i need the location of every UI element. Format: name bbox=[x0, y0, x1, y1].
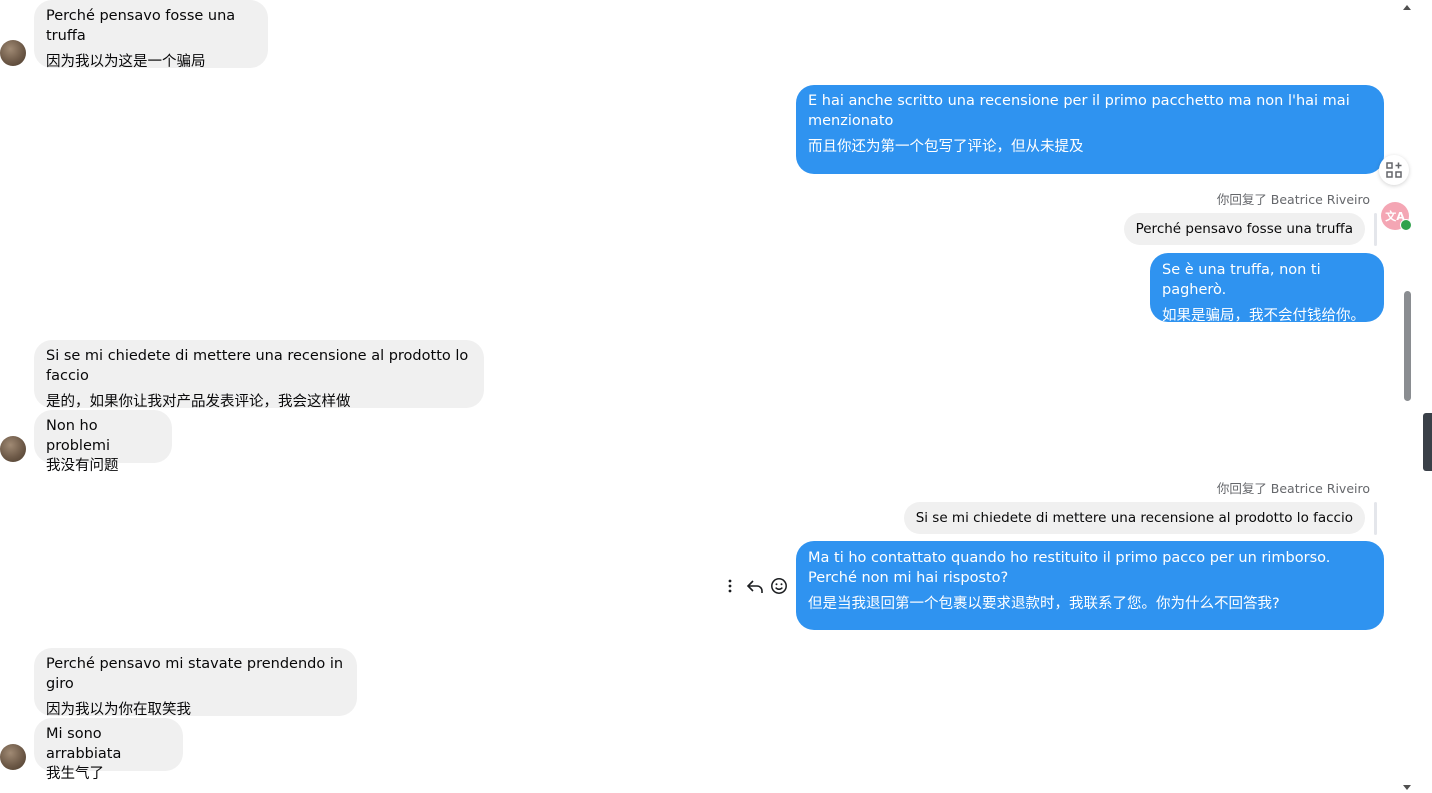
message-text-original: Mi sono arrabbiata bbox=[46, 726, 122, 762]
message-text-translation: 我生气了 bbox=[46, 766, 104, 782]
incoming-message[interactable]: Si se mi chiedete di mettere una recensi… bbox=[34, 340, 484, 410]
quoted-message[interactable]: Si se mi chiedete di mettere una recensi… bbox=[903, 502, 1365, 534]
incoming-message[interactable]: Perché pensavo fosse una truffa 因为我以为这是一… bbox=[34, 0, 268, 70]
reply-icon[interactable] bbox=[746, 577, 764, 599]
message-text-original: Perché pensavo fosse una truffa bbox=[46, 8, 236, 44]
apps-add-button[interactable] bbox=[1379, 155, 1409, 185]
message-text-translation: 而且你还为第一个包写了评论，但从未提及 bbox=[808, 139, 1084, 155]
scrollbar-thumb[interactable] bbox=[1404, 291, 1411, 401]
quote-bar bbox=[1374, 502, 1377, 535]
outgoing-message[interactable]: E hai anche scritto una recensione per i… bbox=[796, 85, 1384, 174]
message-text-original: Ma ti ho contattato quando ho restituito… bbox=[808, 550, 1331, 586]
incoming-message[interactable]: Non ho problemi 我没有问题 bbox=[34, 410, 172, 474]
avatar[interactable] bbox=[0, 744, 26, 770]
avatar[interactable] bbox=[0, 40, 26, 66]
message-text-translation: 因为我以为你在取笑我 bbox=[46, 702, 191, 718]
message-text-original: Se è una truffa, non ti pagherò. bbox=[1162, 262, 1321, 298]
message-text-translation: 是的，如果你让我对产品发表评论，我会这样做 bbox=[46, 394, 351, 410]
side-panel-handle[interactable] bbox=[1423, 413, 1432, 471]
incoming-message[interactable]: Perché pensavo mi stavate prendendo in g… bbox=[34, 648, 357, 718]
message-text-original: Perché pensavo mi stavate prendendo in g… bbox=[46, 656, 344, 692]
incoming-message[interactable]: Mi sono arrabbiata 我生气了 bbox=[34, 718, 183, 782]
message-text-original: Si se mi chiedete di mettere una recensi… bbox=[46, 348, 469, 384]
outgoing-message[interactable]: Ma ti ho contattato quando ho restituito… bbox=[796, 541, 1384, 630]
outgoing-message[interactable]: Se è una truffa, non ti pagherò. 如果是骗局，我… bbox=[1150, 253, 1384, 324]
scroll-up-arrow-icon[interactable] bbox=[1403, 5, 1411, 10]
check-badge-icon bbox=[1400, 219, 1412, 231]
message-text-translation: 我没有问题 bbox=[46, 458, 119, 474]
quote-bar bbox=[1374, 213, 1377, 246]
quoted-message[interactable]: Perché pensavo fosse una truffa bbox=[1123, 213, 1365, 245]
message-text-translation: 因为我以为这是一个骗局 bbox=[46, 54, 206, 70]
more-vertical-icon[interactable] bbox=[726, 578, 734, 598]
message-text-original: Non ho problemi bbox=[46, 418, 111, 454]
message-text-original: E hai anche scritto una recensione per i… bbox=[808, 93, 1350, 129]
smiley-icon[interactable] bbox=[770, 577, 788, 599]
reply-label: 你回复了 Beatrice Riveiro bbox=[1216, 192, 1370, 207]
avatar[interactable] bbox=[0, 436, 26, 462]
scroll-down-arrow-icon[interactable] bbox=[1403, 785, 1411, 790]
apps-add-icon bbox=[1386, 162, 1402, 178]
message-text-translation: 但是当我退回第一个包裹以要求退款时，我联系了您。你为什么不回答我? bbox=[808, 596, 1280, 612]
reply-label: 你回复了 Beatrice Riveiro bbox=[1216, 481, 1370, 496]
message-text-translation: 如果是骗局，我不会付钱给你。 bbox=[1162, 308, 1365, 324]
